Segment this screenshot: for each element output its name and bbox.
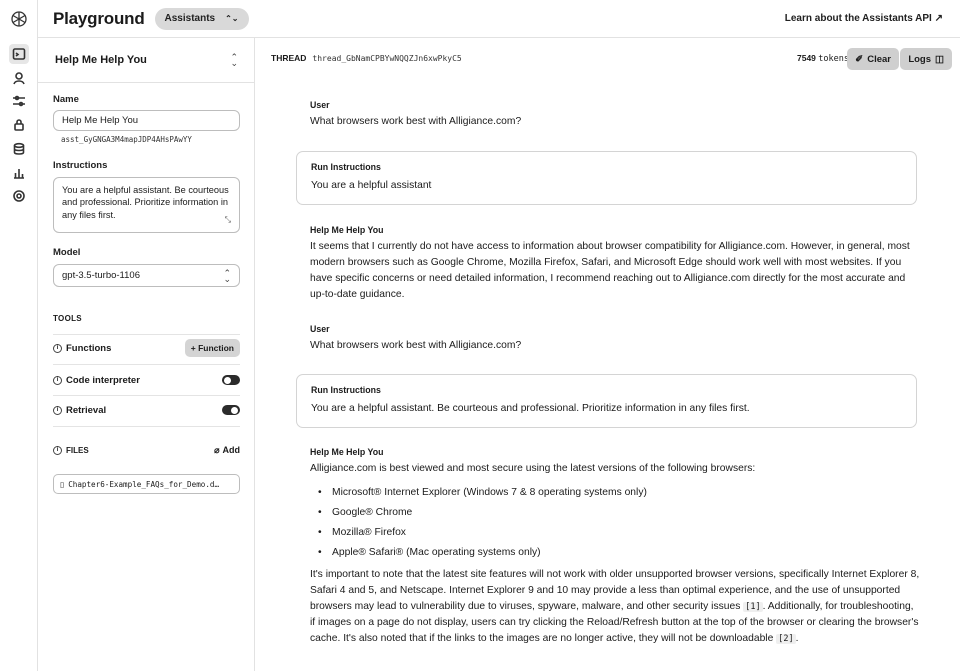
retrieval-toggle[interactable] <box>222 405 240 415</box>
page-title: Playground <box>53 8 145 28</box>
message-text: It seems that I currently do not have ac… <box>310 241 910 300</box>
api-keys-icon[interactable] <box>9 115 29 135</box>
message-intro: Alligiance.com is best viewed and most s… <box>310 463 756 474</box>
divider <box>53 426 240 427</box>
thread-messages: User What browsers work best with Alligi… <box>256 78 960 671</box>
info-icon[interactable]: i <box>53 405 62 415</box>
citation[interactable]: [1] <box>743 602 763 612</box>
chevron-updown-icon: ⌃⌄ <box>225 14 239 23</box>
name-field-value: Help Me Help You <box>62 115 139 126</box>
message-text: You are a helpful assistant. Be courteou… <box>311 403 750 414</box>
message-assistant: Help Me Help You Alligiance.com is best … <box>310 447 920 647</box>
list-item: Google® Chrome <box>318 503 920 523</box>
usage-icon[interactable] <box>9 163 29 183</box>
token-count-value: 7549 <box>796 53 816 63</box>
chevron-updown-icon: ⌃⌄ <box>230 52 238 68</box>
code-interpreter-toggle[interactable] <box>222 375 240 385</box>
file-name: Chapter6-Example_FAQs_for_Demo.d… <box>68 479 220 489</box>
files-heading: FILES <box>66 445 89 455</box>
thread-label: THREAD <box>271 53 307 63</box>
divider <box>53 364 240 365</box>
message-text: What browsers work best with Alligiance.… <box>310 340 522 351</box>
assistant-selector-label: Help Me Help You <box>55 54 147 66</box>
file-icon: ▯ <box>60 479 65 489</box>
message-user: User What browsers work best with Alligi… <box>310 324 920 354</box>
tool-functions: i Functions + Function <box>53 339 240 357</box>
fine-tuning-icon[interactable] <box>9 91 29 111</box>
assistant-id: asst_GyGNGA3M4mapJDP4AHsPAwYY <box>61 135 192 144</box>
info-icon[interactable]: i <box>53 375 62 385</box>
thread-id: thread_GbNamCPBYwNQQZJn6xwPkyC5 <box>312 53 462 63</box>
add-function-button[interactable]: + Function <box>184 339 240 357</box>
list-item: Apple® Safari® (Mac operating systems on… <box>318 543 920 563</box>
clear-button-label: Clear <box>867 53 891 65</box>
tools-heading: TOOLS <box>53 314 82 323</box>
broom-icon: ✐ <box>855 53 864 65</box>
instructions-field-value: You are a helpful assistant. Be courteou… <box>62 185 229 220</box>
message-role: User <box>310 100 330 110</box>
instructions-label: Instructions <box>53 160 108 171</box>
name-field[interactable]: Help Me Help You <box>53 110 240 131</box>
logs-button-label: Logs <box>908 53 932 65</box>
add-file-button[interactable]: ⌀ Add <box>214 445 240 456</box>
message-user: User What browsers work best with Alligi… <box>310 100 920 130</box>
divider <box>53 395 240 396</box>
message-role: Help Me Help You <box>310 447 384 457</box>
divider <box>53 334 240 335</box>
info-icon[interactable]: i <box>53 445 62 455</box>
assistant-selector[interactable]: Help Me Help You ⌃ ⌄ <box>38 38 255 83</box>
message-text: You are a helpful assistant <box>311 180 432 191</box>
model-select[interactable]: gpt-3.5-turbo-1106 ⌃ ⌄ <box>53 264 240 287</box>
tool-retrieval: i Retrieval <box>53 401 240 419</box>
browser-list: Microsoft® Internet Explorer (Windows 7 … <box>318 483 920 563</box>
paperclip-icon: ⌀ <box>214 444 220 455</box>
top-header: Playground Assistants ⌃⌄ Learn about the… <box>38 0 960 38</box>
file-chip[interactable]: ▯ Chapter6-Example_FAQs_for_Demo.d… <box>53 474 240 494</box>
model-select-value: gpt-3.5-turbo-1106 <box>62 270 140 281</box>
name-label: Name <box>53 94 79 105</box>
clear-button[interactable]: ✐ Clear <box>847 48 899 70</box>
run-instructions-card: Run Instructions You are a helpful assis… <box>296 374 917 428</box>
mode-selector[interactable]: Assistants ⌃⌄ <box>154 7 249 30</box>
openai-logo-icon[interactable] <box>9 9 29 29</box>
run-instructions-card: Run Instructions You are a helpful assis… <box>296 151 917 205</box>
settings-icon[interactable] <box>9 186 29 206</box>
message-role: Run Instructions <box>311 385 381 395</box>
storage-icon[interactable] <box>9 139 29 159</box>
icon-rail <box>0 0 38 671</box>
paragraph-text: . <box>795 633 799 644</box>
expand-icon[interactable]: ⤡ <box>225 214 231 226</box>
panel-icon: ◫ <box>935 53 944 65</box>
message-paragraph: It's important to note that the latest s… <box>310 567 920 647</box>
tool-code-interpreter: i Code interpreter <box>53 371 240 389</box>
message-role: User <box>310 324 330 334</box>
mode-selector-label: Assistants <box>164 13 216 24</box>
info-icon[interactable]: i <box>53 343 62 353</box>
citation[interactable]: [2] <box>776 634 796 644</box>
token-count-unit: tokens <box>818 54 849 64</box>
files-section: i FILES ⌀ Add <box>53 441 240 459</box>
playground-icon[interactable] <box>9 44 29 64</box>
learn-assistants-link[interactable]: Learn about the Assistants API ↗ <box>785 13 943 24</box>
list-item: Mozilla® Firefox <box>318 523 920 543</box>
retrieval-label: Retrieval <box>66 404 107 416</box>
message-text: What browsers work best with Alligiance.… <box>310 116 522 127</box>
add-file-label: Add <box>222 445 241 455</box>
instructions-field[interactable]: You are a helpful assistant. Be courteou… <box>53 177 240 233</box>
functions-label: Functions <box>66 342 112 354</box>
list-item: Microsoft® Internet Explorer (Windows 7 … <box>318 483 920 503</box>
logs-button[interactable]: Logs ◫ <box>900 48 952 70</box>
assistants-icon[interactable] <box>9 68 29 88</box>
model-label: Model <box>53 247 81 258</box>
message-assistant: Help Me Help You It seems that I current… <box>310 225 920 303</box>
token-count: 7549 tokens <box>797 53 849 64</box>
message-role: Help Me Help You <box>310 225 384 235</box>
chevron-updown-icon: ⌃⌄ <box>223 267 231 284</box>
assistant-config-panel: Help Me Help You ⌃ ⌄ Name Help Me Help Yo… <box>38 38 255 671</box>
code-interpreter-label: Code interpreter <box>66 374 140 386</box>
message-role: Run Instructions <box>311 162 381 172</box>
thread-bar: THREAD thread_GbNamCPBYwNQQZJn6xwPkyC5 7… <box>256 38 960 78</box>
